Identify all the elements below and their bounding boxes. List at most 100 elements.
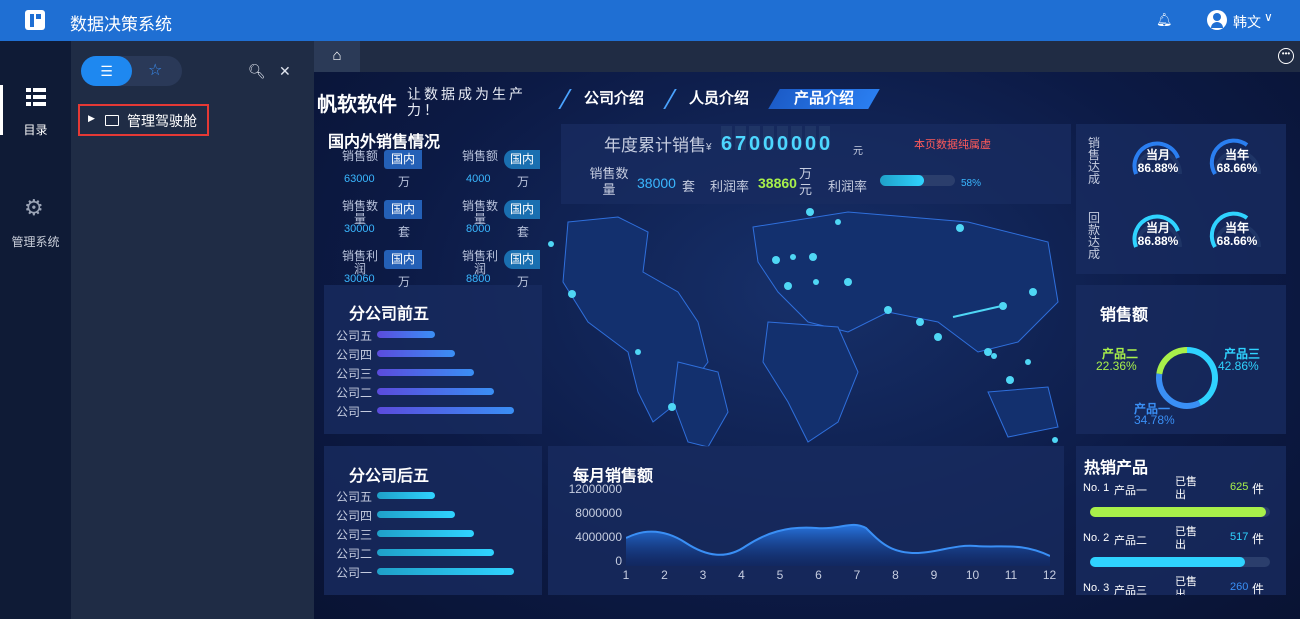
pie-value: 34.78%: [1134, 413, 1175, 427]
annual-panel: 年度累计销售 ¥ 67000000 元 本页数据纯属虚 销售数量 38000 套…: [561, 124, 1071, 204]
hot-title: 热销产品: [1084, 460, 1149, 477]
hot-bar: [1090, 507, 1270, 517]
unit-yuan: 元: [853, 146, 863, 157]
star-icon[interactable]: ☆: [148, 62, 166, 80]
pill-domestic[interactable]: 国内: [384, 150, 422, 169]
brand: 帆软软件: [317, 94, 397, 116]
qty-label: 销售数量: [589, 166, 629, 197]
company-label: 公司五: [336, 490, 373, 504]
rate-bar: [880, 175, 955, 186]
hot-value: 625: [1230, 481, 1249, 493]
return-achieve-label: 回款达成: [1088, 211, 1101, 261]
digit-counter: 67000000: [721, 126, 833, 152]
hot-name: 产品一: [1114, 485, 1147, 497]
dashboard: 帆软软件 让数据成为生产力！ 公司介绍 人员介绍 产品介绍 国内外销售情况 年度…: [314, 72, 1300, 619]
rate-label: 利润率: [828, 179, 868, 194]
digit-cell: 6: [721, 126, 732, 150]
x-tick: 10: [965, 568, 980, 582]
pill-domestic[interactable]: 国内: [504, 250, 540, 269]
x-tick: 11: [1004, 568, 1018, 582]
list-icon: [26, 88, 46, 106]
user-name[interactable]: 韩文: [1233, 12, 1261, 32]
hot-sold-label: 已售出: [1175, 476, 1197, 501]
tree-item-cockpit[interactable]: ▶ 管理驾驶舱: [78, 104, 209, 136]
pie-title: 销售额: [1100, 307, 1149, 324]
hot-rank: No. 1: [1083, 482, 1110, 494]
row-value: 30060: [344, 273, 375, 285]
digit-cell: 7: [735, 126, 746, 150]
caret-right-icon[interactable]: ▶: [88, 113, 95, 124]
search-icon[interactable]: 🔍︎: [248, 63, 266, 81]
row-value: 8000: [466, 223, 491, 235]
more-icon[interactable]: •••: [1278, 48, 1294, 64]
hot-unit: 件: [1252, 482, 1265, 496]
hot-unit: 件: [1252, 532, 1265, 546]
pin-icon[interactable]: ✕: [279, 63, 297, 81]
qty-value: 38000: [637, 175, 676, 191]
list-view-button[interactable]: ☰: [81, 56, 132, 86]
y-tick: 12000000: [568, 482, 622, 496]
x-tick: 9: [930, 568, 938, 582]
pill-domestic[interactable]: 国内: [384, 200, 422, 219]
pill-domestic[interactable]: 国内: [504, 200, 540, 219]
gear-icon: ⚙: [24, 195, 44, 220]
profit-label: 利润率: [710, 179, 750, 194]
avatar[interactable]: [1207, 10, 1227, 30]
company-bar: [377, 530, 474, 537]
gauge-value: 68.66%: [1216, 234, 1258, 248]
gauges-panel: 销售达成 回款达成 当月 86.88% 当年 68.66% 当月 86.88% …: [1076, 124, 1286, 274]
bell-icon[interactable]: 🔔︎: [1156, 13, 1173, 26]
app-title: 数据决策系统: [70, 15, 172, 34]
hot-value: 517: [1230, 531, 1249, 543]
x-tick: 1: [622, 568, 630, 582]
bottom5-panel: 分公司后五 公司五 公司四 公司三 公司二 公司一: [324, 446, 542, 595]
company-bar: [377, 407, 514, 414]
company-bar: [377, 331, 435, 338]
row-label: 销售额: [461, 149, 498, 163]
tab-people[interactable]: 人员介绍: [663, 87, 775, 110]
annual-title: 年度累计销售: [604, 136, 706, 155]
company-label: 公司一: [336, 566, 373, 580]
tab-company[interactable]: 公司介绍: [558, 87, 670, 110]
view-toggle: ☰ ☆: [81, 56, 182, 86]
digit-cell: 0: [763, 126, 774, 150]
row-unit: 万: [398, 275, 411, 289]
app-logo-icon[interactable]: [25, 10, 45, 30]
pill-domestic[interactable]: 国内: [504, 150, 540, 169]
tab-product[interactable]: 产品介绍: [768, 87, 880, 110]
x-tick: 2: [661, 568, 668, 582]
top5-title: 分公司前五: [349, 306, 430, 323]
company-label: 公司二: [336, 386, 373, 400]
row-unit: 万: [517, 275, 530, 289]
pill-domestic[interactable]: 国内: [384, 250, 422, 269]
company-label: 公司四: [336, 509, 373, 523]
digit-cell: 0: [749, 126, 760, 150]
left-nav: 目录 ⚙ 管理系统: [0, 41, 71, 619]
hot-bar: [1090, 557, 1270, 567]
hot-sold-label: 已售出: [1175, 526, 1197, 551]
company-bar: [377, 492, 435, 499]
chevron-down-icon[interactable]: ∨: [1264, 10, 1273, 24]
row-unit: 万: [517, 175, 530, 189]
top5-panel: 分公司前五 公司五 公司四 公司三 公司二 公司一: [324, 285, 542, 434]
world-map: [548, 208, 1059, 447]
currency-symbol: ¥: [706, 142, 712, 153]
home-icon[interactable]: ⌂: [314, 41, 360, 72]
company-bar: [377, 511, 455, 518]
profit-value: 38860: [758, 175, 797, 191]
row-unit: 套: [398, 225, 411, 239]
slogan: 让数据成为生产力！: [407, 86, 526, 118]
sales-achieve-label: 销售达成: [1088, 136, 1101, 186]
y-tick: 4000000: [575, 530, 622, 544]
nav-manage[interactable]: ⚙ 管理系统: [0, 193, 71, 253]
company-bar: [377, 549, 494, 556]
top-bar: 数据决策系统 🔔︎ 韩文 ∨: [0, 0, 1300, 41]
monthly-area-chart: [626, 523, 1050, 566]
bottom5-title: 分公司后五: [349, 468, 430, 485]
y-tick: 0: [615, 554, 622, 568]
tree-item-label: 管理驾驶舱: [127, 113, 197, 129]
gauge-value: 68.66%: [1216, 161, 1258, 175]
pie-value: 42.86%: [1218, 359, 1259, 373]
nav-directory[interactable]: 目录: [0, 83, 71, 143]
x-tick: 5: [776, 568, 784, 582]
